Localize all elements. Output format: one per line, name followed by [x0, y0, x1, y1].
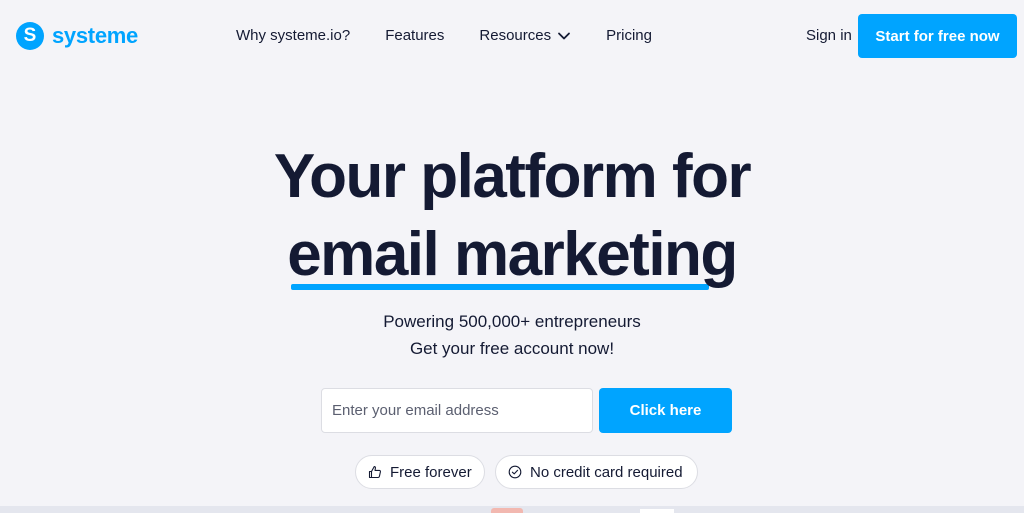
badge-label: No credit card required — [530, 463, 683, 481]
nav-item-why-systeme[interactable]: Why systeme.io? — [236, 27, 350, 44]
nav-item-features[interactable]: Features — [385, 27, 444, 44]
nav-item-label: Why systeme.io? — [236, 27, 351, 44]
hero-subtitle-free-account: Get your free account now! — [409, 339, 615, 358]
preview-decoration — [491, 508, 523, 513]
hero-title: Your platform for email marketing — [0, 138, 1024, 294]
logo-link[interactable]: S systeme — [16, 22, 138, 50]
logo-mark-icon: S — [16, 22, 44, 50]
start-free-button[interactable]: Start for free now — [858, 14, 1017, 58]
site-header: S systeme Why systeme.io? Features Resou… — [0, 0, 1024, 72]
thumbs-up-icon — [368, 466, 381, 479]
click-here-button[interactable]: Click here — [599, 388, 732, 433]
preview-decoration — [640, 509, 674, 513]
next-section-preview — [0, 506, 1024, 513]
main-nav: Why systeme.io? Features Resources Prici… — [236, 27, 652, 44]
logo-text: systeme — [52, 23, 138, 48]
chevron-down-icon — [558, 32, 571, 39]
hero-highlight-text: email marketing — [287, 220, 738, 289]
no-credit-card-badge: No credit card required — [495, 455, 698, 489]
hero-subtitle-entrepreneurs: Powering 500,000+ entrepreneurs — [383, 312, 641, 331]
email-input[interactable] — [321, 388, 593, 433]
nav-item-label: Features — [385, 27, 445, 44]
badge-label: Free forever — [390, 463, 472, 481]
nav-item-label: Pricing — [606, 27, 652, 44]
check-circle-icon — [508, 465, 522, 479]
nav-item-resources[interactable]: Resources — [479, 27, 571, 44]
hero-title-line1: Your platform for — [273, 142, 752, 211]
hero-title-line2: email marketing — [0, 216, 1024, 294]
sign-in-link[interactable]: Sign in — [806, 27, 852, 44]
hero-title-highlight: email marketing — [287, 216, 738, 294]
nav-item-pricing[interactable]: Pricing — [606, 27, 652, 44]
nav-item-label: Resources — [479, 27, 552, 44]
free-forever-badge: Free forever — [355, 455, 485, 489]
